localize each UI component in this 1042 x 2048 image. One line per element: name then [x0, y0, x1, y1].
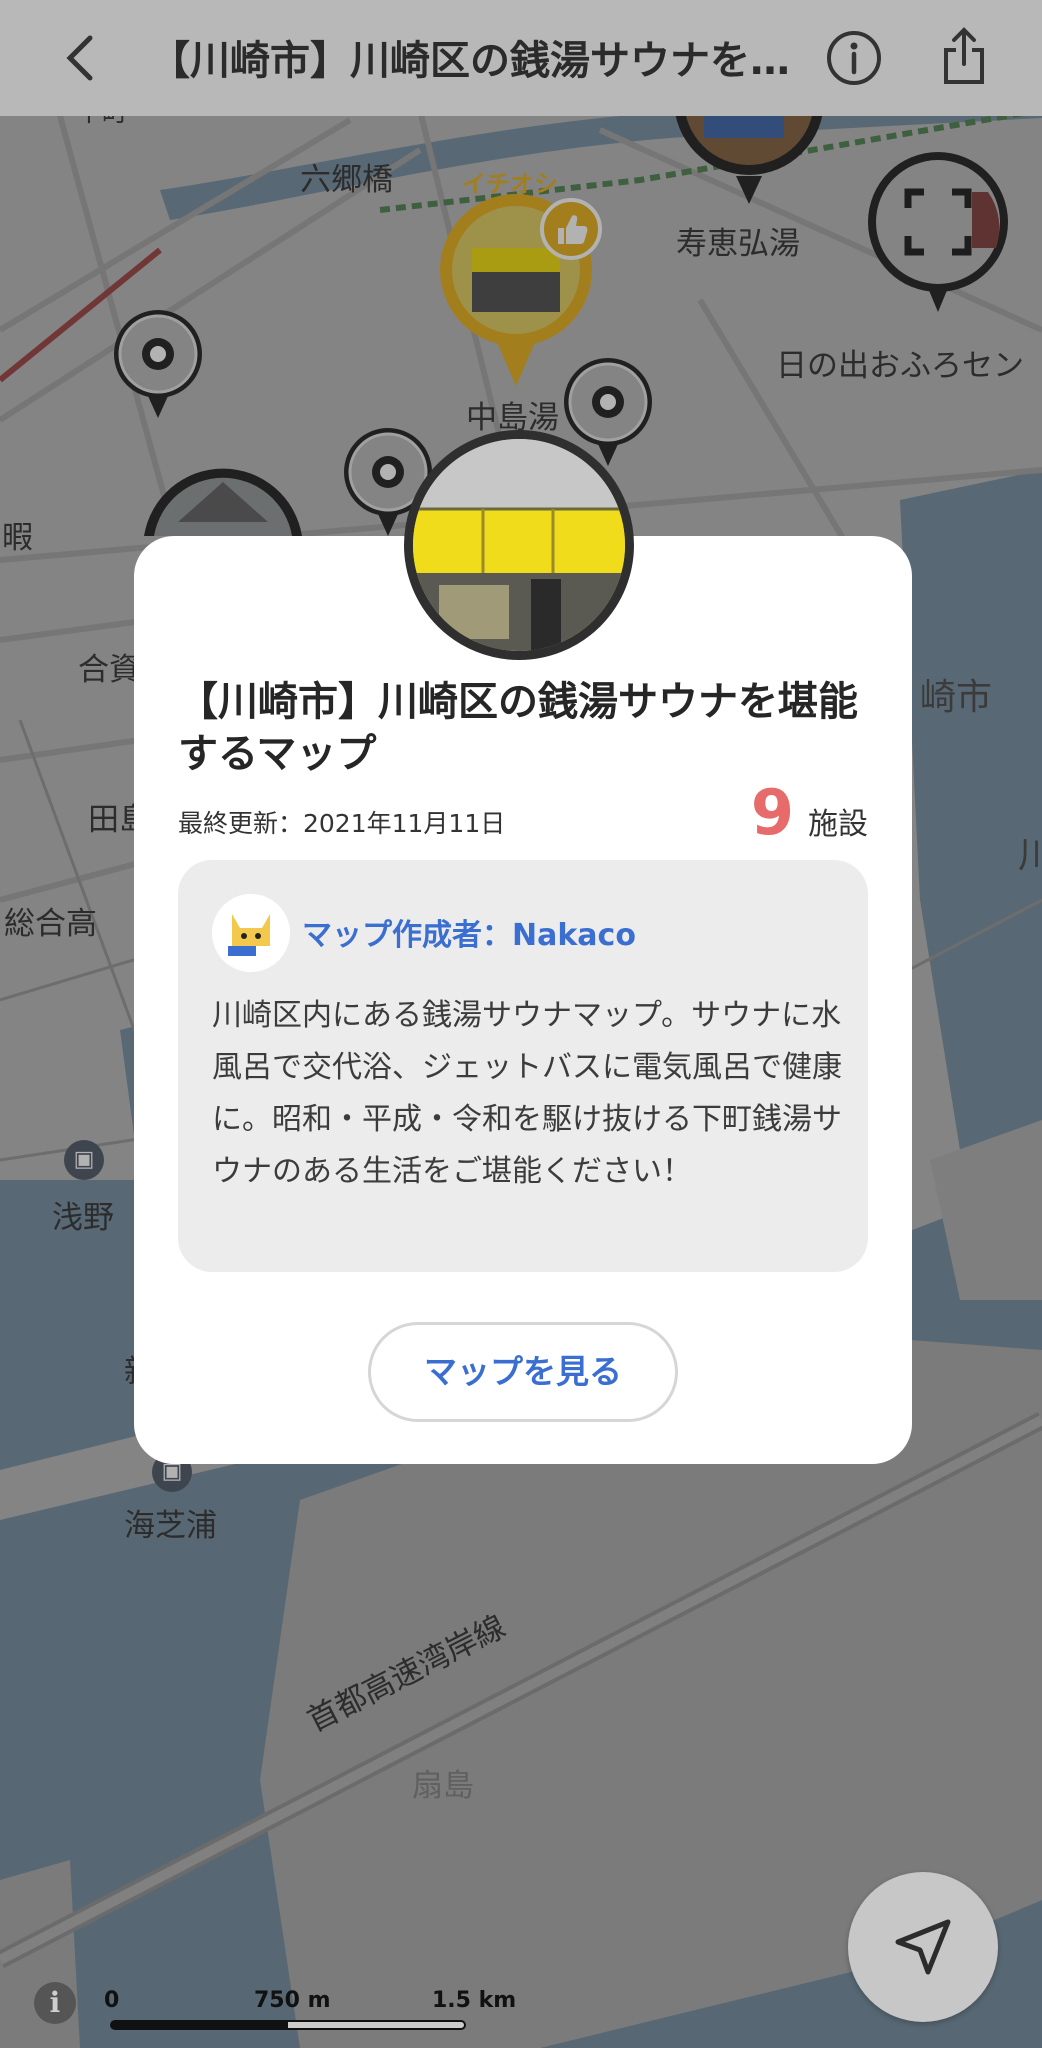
page-title: 【川崎市】川崎区の銭湯サウナを… [150, 38, 790, 84]
scale-bar-fill [112, 2022, 288, 2028]
view-map-button[interactable]: マップを見る [368, 1322, 678, 1422]
map-info-card: 【川崎市】川崎区の銭湯サウナを堪能するマップ 最終更新：2021年11月11日 … [134, 536, 912, 1464]
scale-label-mid: 750 m [254, 1988, 331, 2013]
top-bar: 【川崎市】川崎区の銭湯サウナを… [0, 0, 1042, 116]
info-button[interactable] [826, 30, 882, 86]
current-location-button[interactable] [848, 1872, 998, 2022]
facility-count-number: 9 [750, 776, 794, 849]
back-button[interactable] [52, 28, 112, 88]
map-description: 川崎区内にある銭湯サウナマップ。サウナに水風呂で交代浴、ジェットバスに電気風呂で… [212, 998, 842, 1189]
cat-avatar-icon [212, 894, 290, 972]
avatar[interactable] [212, 894, 290, 972]
author-name[interactable]: マップ作成者：Nakaco [302, 910, 636, 954]
scale-label-zero: 0 [104, 1988, 120, 2013]
facility-count: 9 施設 [751, 776, 868, 849]
chevron-left-icon [66, 35, 93, 81]
author-box: マップ作成者：Nakaco 川崎区内にある銭湯サウナマップ。サウナに水風呂で交代… [178, 860, 868, 1272]
share-icon [944, 27, 984, 84]
scale-label-max: 1.5 km [432, 1988, 517, 2013]
info-icon [827, 31, 881, 85]
scale-bar [110, 2020, 466, 2030]
share-button[interactable] [936, 24, 992, 88]
map-attribution-icon[interactable]: i [34, 1982, 76, 2024]
card-title: 【川崎市】川崎区の銭湯サウナを堪能するマップ [178, 679, 858, 777]
facility-count-unit: 施設 [808, 807, 868, 842]
last-updated: 最終更新：2021年11月11日 [178, 809, 506, 838]
location-arrow-icon [895, 1919, 951, 1975]
card-header-photo [404, 430, 634, 660]
